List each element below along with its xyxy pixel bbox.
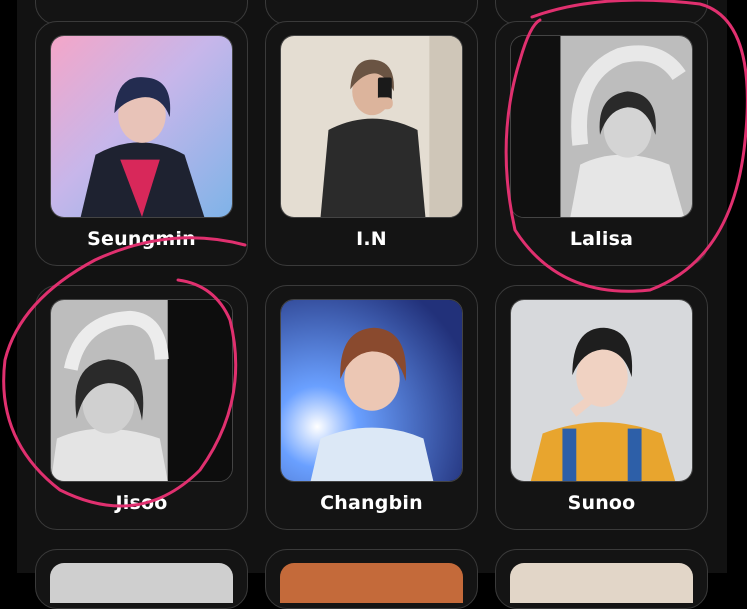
profile-card-sunoo[interactable]: Sunoo bbox=[495, 285, 708, 530]
photo-lalisa bbox=[511, 36, 692, 217]
profile-card-jisoo[interactable]: Jisoo bbox=[35, 285, 248, 530]
profile-photo bbox=[50, 299, 233, 482]
photo-seungmin bbox=[51, 36, 232, 217]
profile-name: Seungmin bbox=[87, 228, 196, 250]
profile-card-changbin[interactable]: Changbin bbox=[265, 285, 478, 530]
profile-photo bbox=[50, 35, 233, 218]
profile-photo bbox=[280, 35, 463, 218]
profile-card-partial[interactable] bbox=[265, 549, 478, 609]
profile-photo bbox=[510, 35, 693, 218]
profile-name: Changbin bbox=[320, 492, 423, 514]
profile-photo bbox=[510, 299, 693, 482]
photo-changbin bbox=[281, 300, 462, 481]
profile-name: I.N bbox=[356, 228, 387, 250]
profile-card-partial[interactable] bbox=[495, 549, 708, 609]
profile-card-lalisa[interactable]: Lalisa bbox=[495, 21, 708, 266]
profile-photo bbox=[280, 299, 463, 482]
photo-sunoo bbox=[511, 300, 692, 481]
profile-card-partial[interactable] bbox=[35, 549, 248, 609]
profile-grid: Seungmin I.N Lalisa Jisoo Changbin Sunoo bbox=[17, 0, 727, 609]
photo-jisoo bbox=[51, 300, 232, 481]
profile-name: Lalisa bbox=[569, 228, 634, 250]
photo-in bbox=[281, 36, 462, 217]
profile-card-in[interactable]: I.N bbox=[265, 21, 478, 266]
profile-card-seungmin[interactable]: Seungmin bbox=[35, 21, 248, 266]
profile-name: Jisoo bbox=[115, 492, 168, 514]
profile-name: Sunoo bbox=[567, 492, 636, 514]
